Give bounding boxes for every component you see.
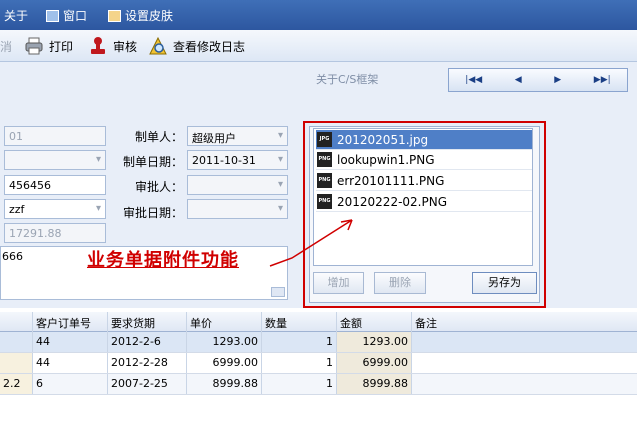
table-row[interactable]: 2.2 6 2007-2-25 8999.88 1 8999.88: [0, 374, 637, 395]
row-cell: 1: [262, 353, 337, 373]
row-cell: [412, 332, 637, 352]
grid-header: 客户订单号 要求货期 单价 数量 金额 备注: [0, 312, 637, 332]
row-cell: 6: [33, 374, 108, 394]
about-link[interactable]: 关于C/S框架: [316, 71, 378, 87]
create-date-label: 制单日期：: [123, 155, 184, 169]
grid-header-spacer: [0, 312, 33, 332]
stamp-icon: [91, 37, 105, 54]
memo-resize-handle[interactable]: [271, 287, 285, 297]
window-icon: [46, 9, 59, 22]
attachment-item[interactable]: PNG err20101111.PNG: [316, 171, 532, 191]
skin-icon: [108, 9, 121, 22]
cancel-label: 消: [0, 40, 13, 54]
attachment-name: lookupwin1.PNG: [337, 152, 435, 167]
col-header-customer-order[interactable]: 客户订单号: [33, 312, 108, 332]
printer-icon: [25, 37, 43, 55]
save-as-button[interactable]: 另存为: [472, 272, 537, 294]
row-cell: 6999.00: [337, 353, 412, 373]
memo-text: 666: [2, 250, 23, 263]
log-icon: [149, 36, 167, 55]
menu-item-about[interactable]: 关于: [4, 7, 28, 24]
annotation-arrow: [269, 219, 353, 267]
row-cell: 2.2: [0, 374, 33, 394]
menu-item-skin-label: 设置皮肤: [125, 9, 174, 23]
approver-label: 审批人：: [135, 180, 184, 194]
table-row[interactable]: 44 2012-2-6 1293.00 1 1293.00: [0, 332, 637, 353]
record-navigator: |◀◀ ◀ ▶ ▶▶|: [448, 68, 628, 92]
row-cell: 2012-2-28: [108, 353, 187, 373]
menu-item-about-label: 关于: [4, 9, 29, 23]
row-cell: 1293.00: [187, 332, 262, 352]
add-attachment-button[interactable]: 增加: [313, 272, 364, 294]
menu-item-window-label: 窗口: [63, 9, 88, 23]
print-label: 打印: [49, 39, 74, 54]
png-file-icon: PNG: [317, 152, 332, 167]
attachment-item[interactable]: PNG lookupwin1.PNG: [316, 150, 532, 170]
row-cell: 44: [33, 353, 108, 373]
total-amount-field: 17291.88: [4, 223, 106, 243]
left-select-field[interactable]: [4, 150, 106, 170]
col-header-quantity[interactable]: 数量: [262, 312, 337, 332]
create-date-field[interactable]: 2011-10-31: [187, 150, 288, 170]
menu-item-window[interactable]: 窗口: [46, 7, 87, 24]
view-log-button[interactable]: 查看修改日志: [148, 36, 245, 56]
approve-label: 审核: [113, 39, 138, 54]
creator-label: 制单人：: [135, 130, 184, 144]
row-cell: [0, 332, 33, 352]
png-file-icon: PNG: [317, 173, 332, 188]
creator-field[interactable]: 超级用户: [187, 126, 288, 146]
col-header-amount[interactable]: 金额: [337, 312, 412, 332]
row-cell: [412, 353, 637, 373]
print-button[interactable]: 打印: [24, 36, 73, 56]
cancel-button[interactable]: 消: [0, 38, 12, 55]
delete-attachment-button[interactable]: 删除: [374, 272, 426, 294]
col-header-unit-price[interactable]: 单价: [187, 312, 262, 332]
row-cell: 8999.88: [337, 374, 412, 394]
next-record-button[interactable]: ▶: [554, 75, 561, 85]
row-cell: [412, 374, 637, 394]
attachment-name: err20101111.PNG: [337, 173, 445, 188]
toolbar: 消 打印 审核 查看修改日志: [0, 30, 637, 62]
col-header-note[interactable]: 备注: [412, 312, 637, 332]
first-record-button[interactable]: |◀◀: [465, 75, 482, 85]
row-cell: 2012-2-6: [108, 332, 187, 352]
approve-date-label: 审批日期：: [123, 206, 184, 220]
approver-field[interactable]: [187, 175, 288, 195]
doc-no-field[interactable]: 01: [4, 126, 106, 146]
prev-record-button[interactable]: ◀: [515, 75, 522, 85]
col-header-due-date[interactable]: 要求货期: [108, 312, 187, 332]
jpg-file-icon: JPG: [317, 132, 332, 147]
attachment-name: 20120222-02.PNG: [337, 194, 448, 209]
row-cell: 1: [262, 374, 337, 394]
row-cell: 6999.00: [187, 353, 262, 373]
operator-field[interactable]: zzf: [4, 199, 106, 219]
row-cell: 1293.00: [337, 332, 412, 352]
code-field[interactable]: 456456: [4, 175, 106, 195]
menu-bar: 关于 窗口 设置皮肤: [0, 0, 637, 30]
last-record-button[interactable]: ▶▶|: [594, 75, 611, 85]
view-log-label: 查看修改日志: [173, 39, 246, 54]
attachment-item[interactable]: JPG 201202051.jpg: [316, 130, 532, 150]
row-cell: 1: [262, 332, 337, 352]
annotation-label: 业务单据附件功能: [87, 250, 239, 271]
table-row[interactable]: 44 2012-2-28 6999.00 1 6999.00: [0, 353, 637, 374]
menu-item-skin[interactable]: 设置皮肤: [108, 7, 173, 24]
row-cell: 8999.88: [187, 374, 262, 394]
attachment-name: 201202051.jpg: [337, 132, 429, 147]
row-cell: 2007-2-25: [108, 374, 187, 394]
row-cell: 44: [33, 332, 108, 352]
row-cell: [0, 353, 33, 373]
approve-button[interactable]: 审核: [88, 36, 137, 56]
png-file-icon: PNG: [317, 194, 332, 209]
